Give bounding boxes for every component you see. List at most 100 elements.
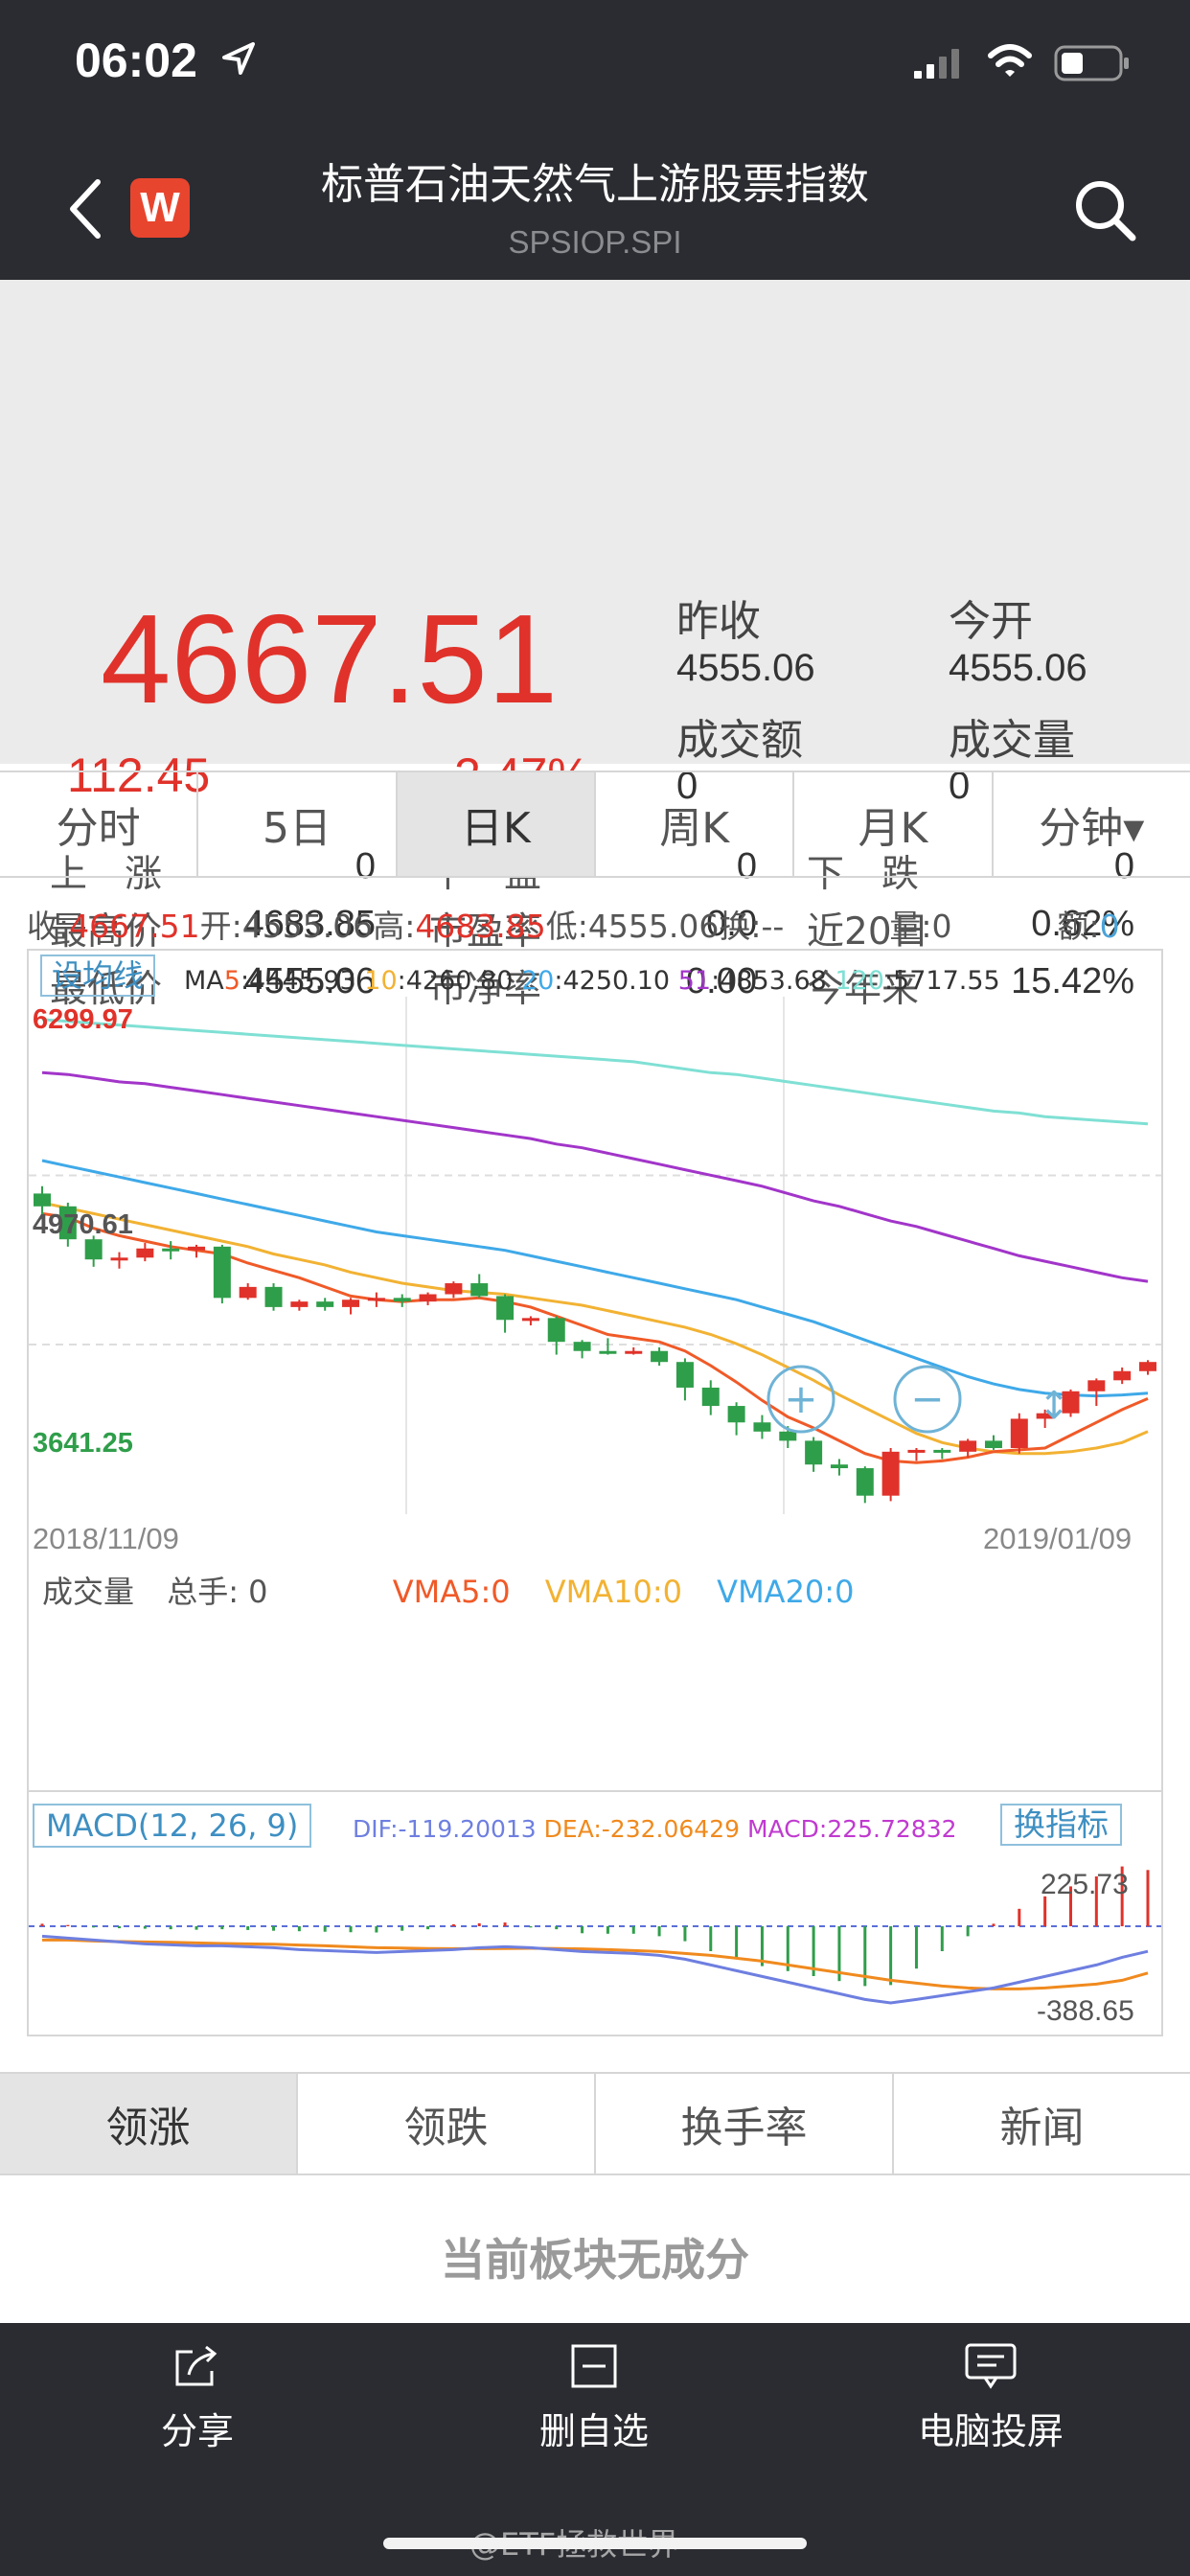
battery-icon xyxy=(1054,45,1129,81)
candle-body xyxy=(984,1440,1002,1449)
vma5: VMA5:0 xyxy=(392,1574,511,1610)
vma10: VMA10:0 xyxy=(544,1574,682,1610)
candle-body xyxy=(316,1301,334,1307)
ma51-value: :4853.68 xyxy=(711,966,827,996)
amount-label: 额: xyxy=(1057,908,1100,945)
ma10-value: :4260.80 xyxy=(397,966,514,996)
share-button[interactable]: 分享 xyxy=(54,2342,341,2454)
turnover-label: 成交额 xyxy=(676,716,803,765)
macd_dea-line xyxy=(42,1938,1149,1990)
share-icon xyxy=(175,2345,217,2386)
y-axis-top: 6299.97 xyxy=(33,1004,133,1035)
close-value: 4667.51 xyxy=(69,908,200,945)
prev-close-value: 4555.06 xyxy=(676,647,815,689)
open-value: 4555.06 xyxy=(949,647,1087,689)
ma51-line xyxy=(41,1070,1149,1283)
candle-body xyxy=(625,1350,643,1354)
candle-body xyxy=(342,1300,360,1307)
candle-body xyxy=(651,1350,669,1363)
remove-watchlist-button[interactable]: 删自选 xyxy=(450,2342,738,2454)
ma-values: MA5:4445.93 10:4260.80 20:4250.10 51:485… xyxy=(184,966,1000,996)
candle-body xyxy=(573,1342,591,1351)
macd-values: DIF:-119.20013 DEA:-232.06429 MACD:225.7… xyxy=(353,1815,957,1843)
ma5-value: :4445.93 xyxy=(240,966,356,996)
tab-5day[interactable]: 5日 xyxy=(198,772,398,876)
vol-value: 0 xyxy=(931,908,952,945)
candle-body xyxy=(393,1298,411,1302)
macd-chart[interactable] xyxy=(29,1859,1161,2032)
total-hands-label: 总手: xyxy=(167,1574,239,1610)
tab-minute[interactable]: 分钟▾ xyxy=(994,772,1190,876)
ma20-value: :4250.10 xyxy=(554,966,671,996)
candle-body xyxy=(701,1387,720,1407)
macd-label[interactable]: MACD(12, 26, 9) xyxy=(33,1804,312,1848)
kline-info-line: 收:4667.51开:4555.06高:4683.85低:4555.06换:--… xyxy=(27,901,1120,947)
ma10-line xyxy=(41,1201,1149,1456)
search-icon[interactable] xyxy=(1071,176,1138,243)
open-label: 今开 xyxy=(949,597,1033,646)
candle-body xyxy=(445,1283,463,1295)
ma120-line xyxy=(41,1018,1149,1126)
candle-body xyxy=(933,1449,951,1453)
candle-body xyxy=(470,1283,489,1297)
top-bar: 06:02 W 标普石油天然气上游股票指数 SPSIOP.SPI xyxy=(0,0,1190,280)
high-label: 高: xyxy=(373,908,416,945)
open-label: 开: xyxy=(199,908,242,945)
candle-body xyxy=(264,1286,283,1307)
cast-to-pc-button[interactable]: 电脑投屏 xyxy=(847,2342,1134,2454)
tab-monthly-k[interactable]: 月K xyxy=(794,772,994,876)
candle-body xyxy=(1113,1370,1132,1381)
switch-indicator-button[interactable]: 换指标 xyxy=(1000,1804,1122,1846)
empty-message: 当前板块无成分 xyxy=(441,2234,749,2286)
y-axis-mid: 4970.61 xyxy=(33,1209,133,1240)
candle-body xyxy=(881,1451,900,1496)
page-title: 标普石油天然气上游股票指数 xyxy=(321,160,869,209)
quote-panel: 4667.51 112.45 2.47% 昨收 4555.06 今开 4555.… xyxy=(0,280,1190,1011)
zoom-in-glyph: + xyxy=(784,1375,817,1422)
tab-news[interactable]: 新闻 xyxy=(894,2074,1190,2174)
low-label: 低: xyxy=(545,908,588,945)
tab-top-gainers[interactable]: 领涨 xyxy=(0,2074,298,2174)
volume-panel-label: 成交量 xyxy=(42,1574,135,1610)
dea-value: DEA:-232.06429 xyxy=(543,1815,741,1843)
candle-body xyxy=(521,1318,539,1322)
candle-body xyxy=(805,1440,823,1465)
remove-watchlist-label: 删自选 xyxy=(538,2410,649,2452)
candle-body xyxy=(290,1301,309,1307)
candle-body xyxy=(1010,1418,1028,1449)
tab-turnover-rate[interactable]: 换手率 xyxy=(596,2074,894,2174)
candle-body xyxy=(84,1239,103,1260)
tab-top-losers[interactable]: 领跌 xyxy=(298,2074,596,2174)
date-end: 2019/01/09 xyxy=(983,1522,1133,1555)
candle-body xyxy=(727,1406,745,1423)
ma20-line xyxy=(41,1159,1149,1398)
volume-panel-header: 成交量 总手: 0 VMA5:0 VMA10:0 VMA20:0 xyxy=(42,1568,854,1612)
prev-close-label: 昨收 xyxy=(676,597,761,646)
candle-body xyxy=(367,1298,385,1301)
tab-daily-k[interactable]: 日K xyxy=(397,772,596,876)
candle-body xyxy=(162,1248,180,1252)
ma120-label: 120 xyxy=(835,966,884,996)
ma-prefix: MA xyxy=(184,966,224,996)
candle-body xyxy=(547,1318,565,1343)
page-subtitle: SPSIOP.SPI xyxy=(508,224,682,260)
kline-chart[interactable]: + − ↕ xyxy=(29,997,1161,1514)
period-tabs: 分时 5日 日K 周K 月K 分钟▾ xyxy=(0,770,1190,878)
expand-arrows-icon[interactable]: ↕ xyxy=(1038,1384,1070,1428)
macd-min: -388.65 xyxy=(1037,1995,1134,2027)
candle-body xyxy=(856,1468,874,1496)
candle-body xyxy=(213,1246,231,1299)
candle-body xyxy=(1087,1380,1106,1392)
date-start: 2018/11/09 xyxy=(33,1522,179,1555)
tab-weekly-k[interactable]: 周K xyxy=(596,772,795,876)
set-ma-button[interactable]: 设均线 xyxy=(40,954,156,997)
ma20-label: 20 xyxy=(521,966,555,996)
candle-body xyxy=(136,1248,154,1258)
home-indicator xyxy=(383,2538,807,2549)
candle-body xyxy=(34,1193,51,1207)
tab-intraday[interactable]: 分时 xyxy=(0,772,199,876)
candle-body xyxy=(496,1296,515,1321)
candle-body xyxy=(830,1464,848,1469)
ranking-tabs: 领涨 领跌 换手率 新闻 xyxy=(0,2072,1190,2175)
y-axis-bottom: 3641.25 xyxy=(33,1428,133,1459)
